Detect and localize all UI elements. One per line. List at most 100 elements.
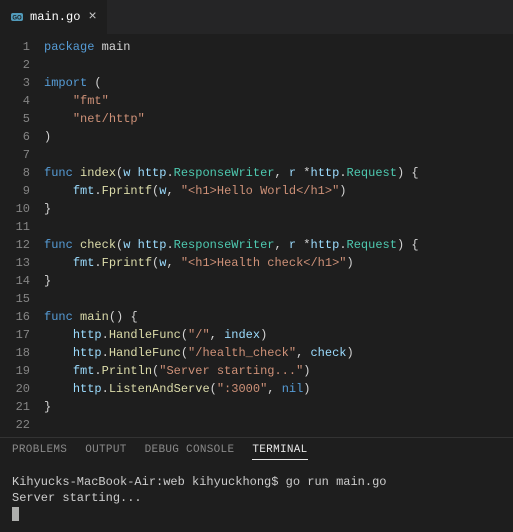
token-kw: func	[44, 166, 73, 180]
code-line[interactable]: fmt.Println("Server starting...")	[44, 362, 513, 380]
token-plain	[44, 184, 73, 198]
token-pn: .	[94, 256, 101, 270]
token-var: http	[73, 346, 102, 360]
token-plain	[282, 238, 289, 252]
code-line[interactable]: func main() {	[44, 308, 513, 326]
code-line[interactable]	[44, 416, 513, 434]
token-pn: .	[94, 364, 101, 378]
code-line[interactable]: http.HandleFunc("/health_check", check)	[44, 344, 513, 362]
token-str: "net/http"	[73, 112, 145, 126]
tab-main-go[interactable]: GO main.go ×	[0, 0, 108, 34]
tab-filename: main.go	[30, 10, 80, 24]
token-pn: ()	[109, 310, 123, 324]
token-pn: (	[181, 328, 188, 342]
token-plain	[130, 238, 137, 252]
token-plain: main	[102, 40, 131, 54]
panel-tab-debug[interactable]: DEBUG CONSOLE	[145, 444, 235, 460]
token-plain	[44, 328, 73, 342]
panel-tab-bar: PROBLEMS OUTPUT DEBUG CONSOLE TERMINAL	[0, 437, 513, 468]
token-pn: .	[102, 328, 109, 342]
token-fn: main	[80, 310, 109, 324]
token-fn: Fprintf	[102, 256, 152, 270]
code-line[interactable]: fmt.Fprintf(w, "<h1>Hello World</h1>")	[44, 182, 513, 200]
token-plain	[94, 40, 101, 54]
token-pn: }	[44, 400, 51, 414]
token-str: ":3000"	[217, 382, 267, 396]
token-var: r	[289, 166, 296, 180]
token-fn: index	[80, 166, 116, 180]
close-icon[interactable]: ×	[86, 9, 98, 25]
go-file-icon: GO	[10, 10, 24, 24]
code-area[interactable]: package main import ( "fmt" "net/http") fu…	[44, 38, 513, 437]
panel-tab-problems[interactable]: PROBLEMS	[12, 444, 67, 460]
token-pn: ,	[166, 256, 173, 270]
code-line[interactable]: func check(w http.ResponseWriter, r *htt…	[44, 236, 513, 254]
line-number: 15	[0, 290, 30, 308]
line-number: 22	[0, 416, 30, 434]
token-var: http	[311, 166, 340, 180]
token-pn: {	[130, 310, 137, 324]
token-pn: )	[303, 382, 310, 396]
token-str: "<h1>Hello World</h1>"	[181, 184, 339, 198]
code-line[interactable]: }	[44, 272, 513, 290]
token-pn: }	[44, 202, 51, 216]
code-line[interactable]: "fmt"	[44, 92, 513, 110]
code-line[interactable]: package main	[44, 38, 513, 56]
line-number: 10	[0, 200, 30, 218]
code-line[interactable]: http.HandleFunc("/", index)	[44, 326, 513, 344]
line-number: 11	[0, 218, 30, 236]
code-line[interactable]	[44, 56, 513, 74]
code-line[interactable]: fmt.Fprintf(w, "<h1>Health check</h1>")	[44, 254, 513, 272]
token-pn: )	[303, 364, 310, 378]
terminal-output-line: Server starting...	[12, 491, 142, 505]
token-plain	[217, 328, 224, 342]
token-var: index	[224, 328, 260, 342]
svg-text:GO: GO	[12, 16, 22, 22]
line-number: 14	[0, 272, 30, 290]
editor[interactable]: 12345678910111213141516171819202122 pack…	[0, 34, 513, 437]
code-line[interactable]: )	[44, 128, 513, 146]
token-kw: func	[44, 238, 73, 252]
line-number-gutter: 12345678910111213141516171819202122	[0, 38, 44, 437]
token-str: "<h1>Health check</h1>"	[181, 256, 347, 270]
token-pn: (	[210, 382, 217, 396]
token-plain	[174, 184, 181, 198]
token-plain	[44, 94, 73, 108]
line-number: 7	[0, 146, 30, 164]
panel-tab-output[interactable]: OUTPUT	[85, 444, 126, 460]
panel-tab-terminal[interactable]: TERMINAL	[252, 444, 307, 460]
token-pn: {	[411, 238, 418, 252]
line-number: 19	[0, 362, 30, 380]
code-line[interactable]: }	[44, 398, 513, 416]
token-pn: .	[102, 382, 109, 396]
token-plain	[73, 166, 80, 180]
token-var: http	[311, 238, 340, 252]
line-number: 17	[0, 326, 30, 344]
code-line[interactable]: }	[44, 200, 513, 218]
token-fn: Println	[102, 364, 152, 378]
code-line[interactable]: import (	[44, 74, 513, 92]
code-line[interactable]	[44, 146, 513, 164]
token-plain	[174, 256, 181, 270]
token-type: ResponseWriter	[174, 238, 275, 252]
code-line[interactable]: http.ListenAndServe(":3000", nil)	[44, 380, 513, 398]
token-type: Request	[347, 238, 397, 252]
terminal[interactable]: Kihyucks-MacBook-Air:web kihyuckhong$ go…	[0, 468, 513, 532]
token-var: check	[310, 346, 346, 360]
token-plain	[44, 364, 73, 378]
token-pn: .	[102, 346, 109, 360]
terminal-prompt: Kihyucks-MacBook-Air:web kihyuckhong$	[12, 475, 286, 489]
line-number: 12	[0, 236, 30, 254]
token-str: "Server starting..."	[159, 364, 303, 378]
code-line[interactable]: "net/http"	[44, 110, 513, 128]
code-line[interactable]	[44, 218, 513, 236]
line-number: 5	[0, 110, 30, 128]
token-plain	[282, 166, 289, 180]
token-pn: ,	[274, 166, 281, 180]
token-var: fmt	[73, 256, 95, 270]
code-line[interactable]	[44, 290, 513, 308]
terminal-command: go run main.go	[286, 475, 387, 489]
code-line[interactable]: func index(w http.ResponseWriter, r *htt…	[44, 164, 513, 182]
line-number: 16	[0, 308, 30, 326]
token-pn: .	[94, 184, 101, 198]
